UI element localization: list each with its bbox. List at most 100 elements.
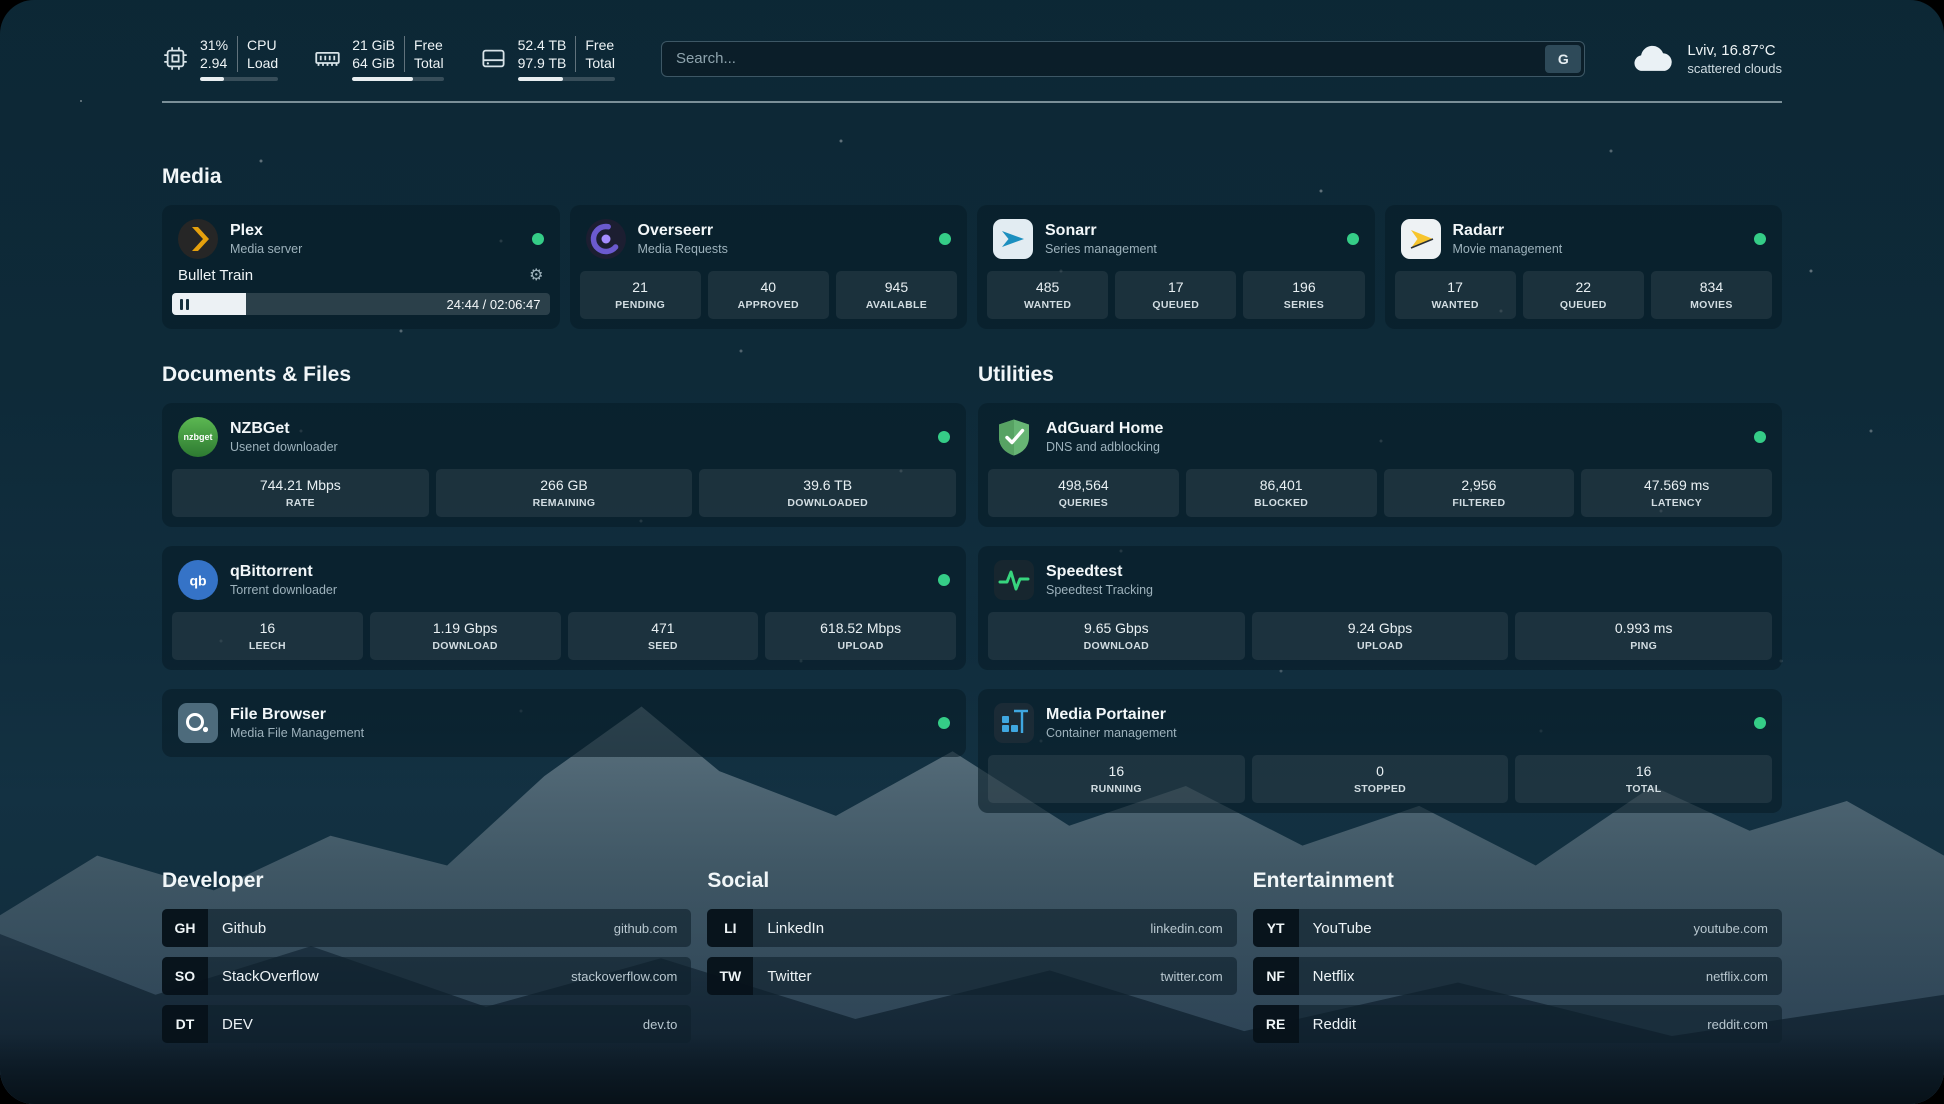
bookmark-reddit[interactable]: RE Reddit reddit.com [1253, 1005, 1782, 1043]
status-dot [532, 233, 544, 245]
svg-text:qb: qb [189, 573, 206, 589]
cpu-icon [162, 45, 189, 72]
app-card-plex[interactable]: Plex Media server Bullet Train ⚙ 24:44 /… [162, 205, 560, 329]
app-card-portainer[interactable]: Media Portainer Container management 16 … [978, 689, 1782, 813]
bookmark-url: netflix.com [1706, 969, 1782, 984]
bookmark-name: Netflix [1299, 968, 1355, 985]
topbar-divider [162, 101, 1782, 103]
playback-time: 24:44 / 02:06:47 [447, 297, 541, 312]
bookmark-badge: RE [1253, 1005, 1299, 1043]
bookmark-youtube[interactable]: YT YouTube youtube.com [1253, 909, 1782, 947]
bookmark-url: github.com [614, 921, 692, 936]
stat-running: 16 RUNNING [988, 755, 1245, 803]
nzbget-icon: nzbget [178, 417, 218, 457]
bookmark-badge: NF [1253, 957, 1299, 995]
bookmark-url: linkedin.com [1150, 921, 1236, 936]
app-subtitle: Media Requests [638, 242, 728, 256]
bookmark-netflix[interactable]: NF Netflix netflix.com [1253, 957, 1782, 995]
app-subtitle: Container management [1046, 726, 1177, 740]
bookmark-url: reddit.com [1707, 1017, 1782, 1032]
bookmark-name: Reddit [1299, 1016, 1356, 1033]
app-subtitle: Usenet downloader [230, 440, 338, 454]
stat-pending: 21 PENDING [580, 271, 701, 319]
app-card-qbittorrent[interactable]: qb qBittorrent Torrent downloader 16 LEE… [162, 546, 966, 670]
status-dot [1754, 431, 1766, 443]
stat-leech: 16 LEECH [172, 612, 363, 660]
bookmark-badge: DT [162, 1005, 208, 1043]
memory-total-label: Total [414, 54, 444, 72]
app-subtitle: Speedtest Tracking [1046, 583, 1153, 597]
disk-monitor: 52.4 TB 97.9 TB Free Total [480, 36, 615, 81]
stat-available: 945 AVAILABLE [836, 271, 957, 319]
status-dot [1347, 233, 1359, 245]
app-subtitle: Media File Management [230, 726, 364, 740]
search-input[interactable] [661, 41, 1585, 77]
status-dot [1754, 233, 1766, 245]
pause-button[interactable] [180, 299, 189, 310]
speedtest-icon [994, 560, 1034, 600]
svg-text:nzbget: nzbget [184, 432, 213, 442]
app-subtitle: Series management [1045, 242, 1157, 256]
stat-upload: 9.24 Gbps UPLOAD [1252, 612, 1509, 660]
app-card-adguard[interactable]: AdGuard Home DNS and adblocking 498,564 … [978, 403, 1782, 527]
search-engine-button[interactable]: G [1545, 45, 1581, 73]
app-subtitle: Torrent downloader [230, 583, 337, 597]
playback-progress-bar[interactable]: 24:44 / 02:06:47 [172, 293, 550, 315]
bookmark-name: Twitter [753, 968, 811, 985]
bookmark-twitter[interactable]: TW Twitter twitter.com [707, 957, 1236, 995]
stat-wanted: 485 WANTED [987, 271, 1108, 319]
app-subtitle: DNS and adblocking [1046, 440, 1163, 454]
weather-location: Lviv, 16.87°C [1687, 42, 1782, 59]
memory-free-value: 21 GiB [352, 36, 395, 54]
app-card-overseerr[interactable]: Overseerr Media Requests 21 PENDING 40 A… [570, 205, 968, 329]
weather-widget: Lviv, 16.87°C scattered clouds [1631, 42, 1782, 76]
cpu-progress-bar [200, 77, 278, 81]
memory-free-label: Free [414, 36, 444, 54]
status-dot [939, 233, 951, 245]
bookmark-badge: SO [162, 957, 208, 995]
dashboard: 31% 2.94 CPU Load [0, 0, 1944, 1104]
memory-progress-bar [352, 77, 443, 81]
bookmark-badge: LI [707, 909, 753, 947]
utilities-column: Utilities AdGuard Home DNS and adbloc [978, 363, 1782, 813]
memory-icon [314, 45, 341, 72]
stat-queued: 22 QUEUED [1523, 271, 1644, 319]
stat-movies: 834 MOVIES [1651, 271, 1772, 319]
disk-free-label: Free [585, 36, 615, 54]
stat-queued: 17 QUEUED [1115, 271, 1236, 319]
bookmark-name: LinkedIn [753, 920, 824, 937]
stat-rate: 744.21 Mbps RATE [172, 469, 429, 517]
app-card-radarr[interactable]: Radarr Movie management 17 WANTED 22 QUE… [1385, 205, 1783, 329]
bookmark-badge: YT [1253, 909, 1299, 947]
memory-total-value: 64 GiB [352, 54, 395, 72]
app-name: NZBGet [230, 420, 338, 437]
section-title-social: Social [707, 869, 1236, 893]
cpu-monitor: 31% 2.94 CPU Load [162, 36, 278, 81]
bookmark-url: stackoverflow.com [571, 969, 691, 984]
bookmark-linkedin[interactable]: LI LinkedIn linkedin.com [707, 909, 1236, 947]
bookmark-name: DEV [208, 1016, 253, 1033]
overseerr-icon [586, 219, 626, 259]
bookmark-name: Github [208, 920, 266, 937]
bookmark-github[interactable]: GH Github github.com [162, 909, 691, 947]
app-card-filebrowser[interactable]: File Browser Media File Management [162, 689, 966, 757]
app-name: File Browser [230, 706, 364, 723]
section-title-documents: Documents & Files [162, 363, 966, 387]
disk-icon [480, 45, 507, 72]
app-name: Media Portainer [1046, 706, 1177, 723]
stat-series: 196 SERIES [1243, 271, 1364, 319]
gear-icon[interactable]: ⚙ [529, 268, 543, 284]
plex-icon [178, 219, 218, 259]
stat-download: 1.19 Gbps DOWNLOAD [370, 612, 561, 660]
media-grid: Plex Media server Bullet Train ⚙ 24:44 /… [162, 205, 1782, 329]
bookmark-badge: TW [707, 957, 753, 995]
app-card-nzbget[interactable]: nzbget NZBGet Usenet downloader 744.21 M… [162, 403, 966, 527]
app-card-speedtest[interactable]: Speedtest Speedtest Tracking 9.65 Gbps D… [978, 546, 1782, 670]
sonarr-icon [993, 219, 1033, 259]
app-card-sonarr[interactable]: Sonarr Series management 485 WANTED 17 Q… [977, 205, 1375, 329]
cpu-usage-label: CPU [247, 36, 278, 54]
bookmark-dev[interactable]: DT DEV dev.to [162, 1005, 691, 1043]
bookmark-stackoverflow[interactable]: SO StackOverflow stackoverflow.com [162, 957, 691, 995]
status-dot [938, 717, 950, 729]
stat-downloaded: 39.6 TB DOWNLOADED [699, 469, 956, 517]
